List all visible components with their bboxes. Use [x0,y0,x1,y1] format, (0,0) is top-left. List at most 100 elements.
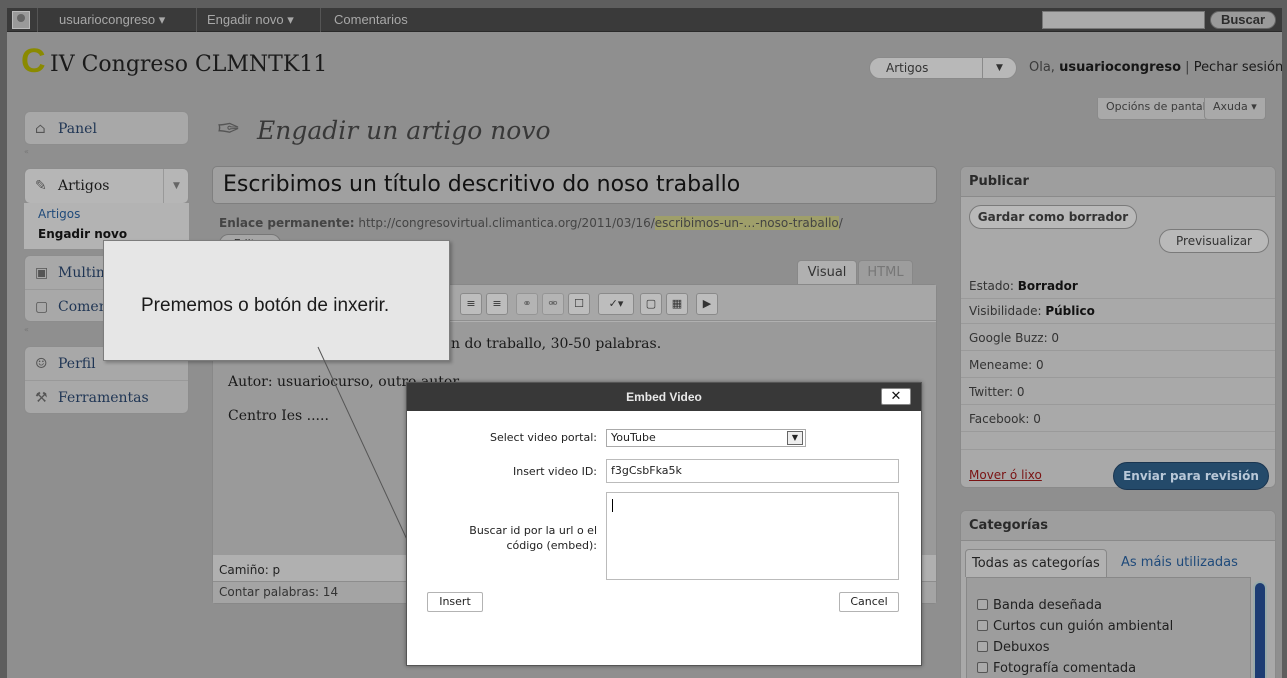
menu-item-label: Panel [58,121,97,137]
category-label: Fotografía comentada [993,661,1137,676]
dialog-title: Embed Video [407,383,921,411]
tutorial-callout: Prememos o botón de inxerir. [103,240,450,361]
favorite-actions-select[interactable]: Artigos ▼ [869,57,1017,79]
video-portal-select[interactable]: YouTube ▼ [606,429,806,447]
site-logo: C [21,42,46,80]
spellcheck-icon[interactable]: ✓▾ [598,293,634,315]
callout-text: Prememos o botón de inxerir. [141,295,390,316]
menu-panel[interactable]: ⌂ Panel [24,111,189,145]
chevron-down-icon[interactable]: ▼ [787,431,803,445]
fullscreen-icon[interactable]: ▢ [640,293,662,315]
visibility-row: Visibilidade: Público [969,304,1095,318]
menu-item-label: Perfil [58,356,96,372]
preview-button[interactable]: Previsualizar [1159,229,1269,253]
search-input[interactable] [1042,11,1205,29]
align-justify-icon[interactable]: ≡ [486,293,508,315]
user-menu[interactable]: usuariocongreso ▾ [59,8,165,32]
category-item[interactable]: Curtos cun guión ambiental [977,619,1173,634]
unlink-icon[interactable]: ⚮ [542,293,564,315]
menu-collapse-separator[interactable] [24,147,189,159]
publish-box-title: Publicar [961,167,1275,197]
twitter-count: Twitter: 0 [969,385,1025,399]
divider [961,449,1275,450]
status-label: Estado: [969,279,1014,293]
category-item[interactable]: Debuxos [977,640,1050,655]
save-draft-button[interactable]: Gardar como borrador [969,205,1137,229]
post-title-input[interactable]: Escribimos un título descritivo do noso … [212,166,937,204]
video-id-input[interactable]: f3gCsbFka5k [606,459,899,483]
align-right-icon[interactable]: ≡ [460,293,482,315]
cancel-button[interactable]: Cancel [839,592,899,612]
pushpin-icon: ✑ [217,112,241,145]
more-tag-icon[interactable]: ☐ [568,293,590,315]
divider [320,8,321,32]
embed-code-textarea[interactable] [606,492,899,580]
admin-bar: usuariocongreso ▾ Engadir novo ▾ Comenta… [7,8,1282,32]
close-icon[interactable]: ✕ [881,388,911,405]
tab-all-categories[interactable]: Todas as categorías [965,549,1107,577]
text-caret [612,499,613,512]
username-link[interactable]: usuariocongreso [1059,60,1181,75]
submit-for-review-button[interactable]: Enviar para revisión [1113,462,1269,490]
meneame-count: Meneame: 0 [969,358,1044,372]
link-icon[interactable]: ⚭ [516,293,538,315]
divider [961,431,1275,432]
embed-video-dialog: Embed Video ✕ Select video portal: YouTu… [406,382,922,666]
embed-video-icon[interactable]: ▶ [696,293,718,315]
permalink: Enlace permanente: http://congresovirtua… [219,216,843,230]
help-tab[interactable]: Axuda ▾ [1204,98,1266,120]
divider [196,8,197,32]
status-value: Borrador [1017,279,1078,293]
greeting-prefix: Ola, [1029,60,1055,75]
category-scrollbar[interactable] [1253,581,1267,678]
chevron-down-icon[interactable]: ▼ [982,57,1016,79]
insert-button[interactable]: Insert [427,592,483,612]
checkbox-icon[interactable] [977,599,988,610]
permalink-slug[interactable]: escribimos-un-…-noso-traballo [654,216,839,230]
site-title[interactable]: IV Congreso CLMNTK11 [50,52,327,77]
favorite-actions-value: Artigos [886,61,929,75]
media-icon: ▣ [35,265,49,281]
menu-item-label: Ferramentas [58,390,149,406]
tab-popular-categories[interactable]: As máis utilizadas [1115,549,1244,577]
search-button[interactable]: Buscar [1210,11,1276,29]
chevron-down-icon[interactable]: ▼ [163,169,189,203]
users-icon: ☺ [35,356,48,372]
greeting: Ola, usuariocongreso | Pechar sesión [1029,60,1282,75]
checkbox-icon[interactable] [977,662,988,673]
tab-html[interactable]: HTML [858,260,913,284]
permalink-label: Enlace permanente: [219,216,355,230]
user-avatar[interactable] [12,11,30,29]
kitchen-sink-icon[interactable]: ▦ [666,293,688,315]
divider [961,298,1275,299]
video-id-label: Insert video ID: [512,465,597,478]
content-line: Centro Ies ..... [228,408,329,424]
submenu-item-add-new[interactable]: Engadir novo [38,227,127,241]
visibility-label: Visibilidade: [969,304,1042,318]
video-portal-value: YouTube [611,431,656,444]
category-item[interactable]: Fotografía comentada [977,661,1136,676]
category-item[interactable]: Banda deseñada [977,598,1102,613]
tools-icon: ⚒ [35,390,48,406]
tab-visual[interactable]: Visual [797,260,857,284]
pushpin-icon: ✎ [35,178,47,194]
category-label: Banda deseñada [993,598,1102,613]
checkbox-icon[interactable] [977,641,988,652]
add-new-menu[interactable]: Engadir novo ▾ [207,8,294,32]
categories-box: Categorías Todas as categorías As máis u… [960,510,1276,678]
menu-item-panel[interactable]: ⌂ Panel [25,112,188,146]
facebook-count: Facebook: 0 [969,412,1041,426]
menu-artigos[interactable]: ✎ Artigos ▼ [24,168,189,204]
divider [961,350,1275,351]
menu-item-label: Artigos [58,178,110,194]
divider [961,377,1275,378]
trash-link[interactable]: Mover ó lixo [969,468,1042,482]
page-title: Engadir un artigo novo [257,116,551,145]
logout-link[interactable]: Pechar sesión [1194,60,1282,75]
comment-icon: ▢ [35,299,49,315]
submenu-item-artigos[interactable]: Artigos [38,207,80,221]
comments-link[interactable]: Comentarios [334,8,408,32]
menu-item-tools[interactable]: ⚒ Ferramentas [25,380,188,414]
home-icon: ⌂ [35,121,46,137]
checkbox-icon[interactable] [977,620,988,631]
